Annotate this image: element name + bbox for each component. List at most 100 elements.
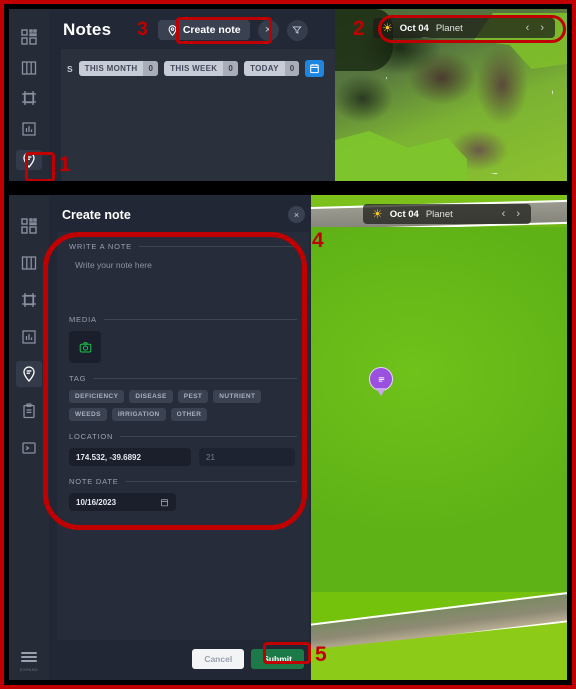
note-date-section: NOTE DATE 10/16/2023 (69, 477, 297, 511)
altitude-field[interactable]: 21 (199, 448, 295, 466)
location-label-text: LOCATION (69, 432, 114, 441)
tag-label: TAG (69, 374, 297, 383)
tag-option[interactable]: NUTRIENT (213, 390, 262, 403)
coordinates-field[interactable]: 174.532, -39.6892 (69, 448, 191, 466)
chip-label: THIS WEEK (170, 64, 218, 73)
next-date-button[interactable]: › (514, 208, 522, 220)
cancel-button[interactable]: Cancel (192, 649, 245, 669)
tag-option[interactable]: DISEASE (129, 390, 173, 403)
annotation-3: 3 (137, 19, 148, 40)
sun-icon: ☀ (382, 21, 393, 35)
note-marker-icon (378, 376, 384, 382)
sidebar-item-crop-frame[interactable] (16, 287, 42, 313)
add-media-button[interactable] (69, 331, 101, 363)
media-section: MEDIA (69, 315, 297, 363)
filter-chip-this-month[interactable]: THIS MONTH 0 (78, 61, 159, 76)
dialog-close-button[interactable]: × (288, 206, 305, 223)
location-row: 174.532, -39.6892 21 (69, 448, 297, 466)
filter-chip-this-week[interactable]: THIS WEEK 0 (164, 61, 239, 76)
tag-option[interactable]: PEST (177, 390, 209, 403)
create-note-dialog: Create note × WRITE A NOTE Write your no… (49, 195, 317, 680)
prev-date-button[interactable]: ‹ (524, 22, 532, 34)
date-value: Oct 04 (389, 208, 419, 220)
funnel-icon (292, 26, 302, 34)
calendar-icon (310, 64, 320, 74)
note-placeholder: Write your note here (75, 260, 152, 270)
annotation-label-4: 4 (312, 229, 324, 252)
top-satellite-map[interactable]: ☀ Oct 04 Planet ‹ › (335, 9, 567, 181)
location-label: LOCATION (69, 432, 297, 441)
sidebar-item-analytics[interactable] (16, 324, 42, 350)
location-section: LOCATION 174.532, -39.6892 21 (69, 432, 297, 466)
sidebar-item-dashboard[interactable] (16, 213, 42, 239)
sidebar-item-console[interactable] (16, 435, 42, 461)
note-textarea[interactable]: Write your note here (69, 258, 297, 304)
chip-label: TODAY (250, 64, 279, 73)
top-sidebar (9, 9, 49, 181)
bottom-field-map[interactable]: ☀ Oct 04 Planet ‹ › (311, 195, 567, 680)
dialog-footer: Cancel Submit (49, 640, 317, 680)
bottom-panel: EXPAND Create note × WRITE A NOTE Write … (6, 192, 570, 683)
map-field-main (311, 227, 567, 592)
write-note-label-text: WRITE A NOTE (69, 242, 132, 251)
bottom-date-bar[interactable]: ☀ Oct 04 Planet ‹ › (363, 204, 531, 224)
create-note-label: Create note (182, 24, 241, 36)
note-marker[interactable] (369, 367, 393, 397)
sidebar-item-fields[interactable] (16, 58, 42, 78)
note-marker-tip (376, 388, 386, 396)
pin-icon (168, 24, 177, 36)
top-date-bar[interactable]: ☀ Oct 04 Planet ‹ › (373, 18, 555, 38)
sidebar-item-notes[interactable] (16, 150, 42, 170)
sidebar-item-reports[interactable] (16, 398, 42, 424)
imagery-source: Planet (435, 22, 463, 34)
calendar-icon (160, 498, 169, 506)
sidebar-item-dashboard[interactable] (16, 27, 42, 47)
prev-date-button[interactable]: ‹ (500, 208, 508, 220)
sidebar-item-crop-frame[interactable] (16, 89, 42, 109)
notes-panel: Notes 3 Create note × S THIS MONTH 0 THI… (49, 9, 341, 181)
note-date-label-text: NOTE DATE (69, 477, 119, 486)
annotation-label-5: 5 (315, 643, 327, 666)
sidebar-item-analytics[interactable] (16, 119, 42, 139)
sort-label: S (67, 63, 73, 74)
sun-icon: ☀ (372, 207, 383, 221)
chip-count: 0 (223, 61, 239, 76)
dialog-body: WRITE A NOTE Write your note here MEDIA (57, 232, 309, 640)
top-panel: Notes 3 Create note × S THIS MONTH 0 THI… (6, 6, 570, 184)
tag-option[interactable]: OTHER (170, 408, 208, 421)
bottom-sidebar: EXPAND (9, 195, 49, 680)
date-picker-button[interactable] (305, 60, 325, 77)
write-note-label: WRITE A NOTE (69, 242, 297, 251)
sidebar-item-notes[interactable] (16, 361, 42, 387)
notes-header: Notes 3 Create note × (49, 9, 341, 49)
notes-filter-row: S THIS MONTH 0 THIS WEEK 0 TODAY 0 (61, 49, 341, 77)
chip-label: THIS MONTH (84, 64, 138, 73)
next-date-button[interactable]: › (538, 22, 546, 34)
submit-button[interactable]: Submit (251, 649, 304, 669)
sidebar-expand-control[interactable]: EXPAND (20, 650, 38, 672)
date-value: Oct 04 (399, 22, 429, 34)
filter-chip-today[interactable]: TODAY 0 (244, 61, 300, 76)
tag-list: DEFICIENCY DISEASE PEST NUTRIENT WEEDS I… (69, 390, 297, 421)
note-date-label: NOTE DATE (69, 477, 297, 486)
chip-count: 0 (284, 61, 300, 76)
tag-option[interactable]: WEEDS (69, 408, 107, 421)
close-icon: × (293, 209, 300, 220)
dialog-title: Create note (62, 207, 131, 222)
close-button[interactable]: × (257, 19, 279, 41)
chip-count: 0 (143, 61, 159, 76)
tag-option[interactable]: DEFICIENCY (69, 390, 125, 403)
close-icon: × (264, 24, 272, 36)
tag-option[interactable]: IRRIGATION (111, 408, 166, 421)
camera-icon (79, 341, 91, 352)
filter-button[interactable] (286, 19, 308, 41)
create-note-button[interactable]: Create note (157, 20, 250, 40)
sidebar-item-fields[interactable] (16, 250, 42, 276)
screenshot-root: Notes 3 Create note × S THIS MONTH 0 THI… (0, 0, 576, 689)
write-note-section: WRITE A NOTE Write your note here (69, 242, 297, 304)
annotation-label-2: 2 (353, 17, 365, 40)
tag-label-text: TAG (69, 374, 87, 383)
note-date-field[interactable]: 10/16/2023 (69, 493, 176, 511)
dialog-header: Create note × (49, 195, 317, 232)
note-date-value: 10/16/2023 (76, 497, 117, 507)
